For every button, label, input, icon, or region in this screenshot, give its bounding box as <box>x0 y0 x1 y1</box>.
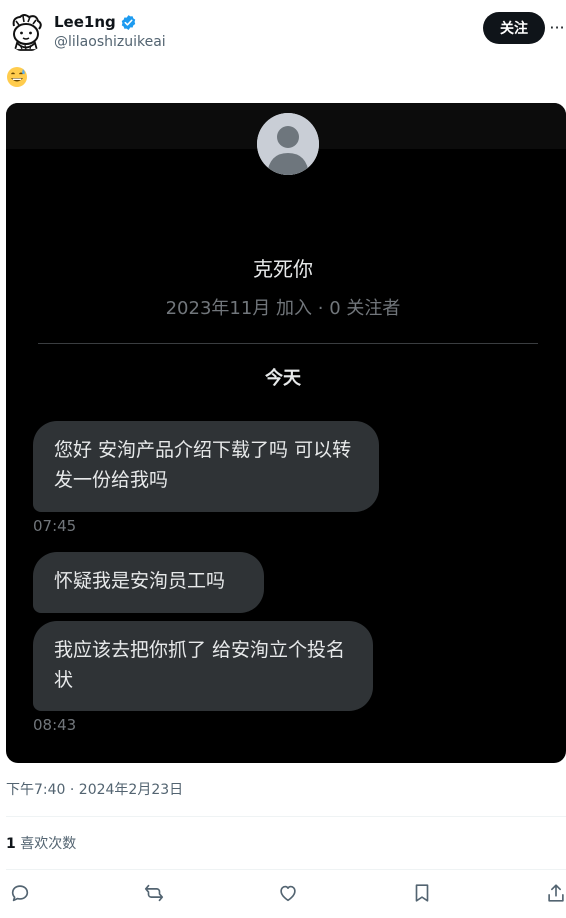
likes-count[interactable]: 1 喜欢次数 <box>6 834 76 854</box>
more-options-icon[interactable]: ··· <box>548 18 566 38</box>
grinning-sweat-emoji-icon <box>6 66 28 88</box>
author-name-row: Lee1ng <box>54 12 137 32</box>
repost-icon[interactable] <box>141 880 167 906</box>
reply-icon[interactable] <box>7 880 33 906</box>
message-bubble: 怀疑我是安洵员工吗 <box>33 552 264 613</box>
share-icon[interactable] <box>543 880 566 906</box>
follow-button[interactable]: 关注 <box>483 12 545 44</box>
attached-image[interactable]: 克死你 2023年11月 加入 · 0 关注者 今天 您好 安洵产品介绍下载了吗… <box>6 103 566 763</box>
contact-name: 克死你 <box>253 257 313 281</box>
message-time: 07:45 <box>33 517 77 535</box>
doodle-avatar-icon <box>6 12 46 52</box>
date-separator: 今天 <box>265 368 301 389</box>
default-avatar-icon <box>257 113 319 175</box>
action-bar <box>0 880 566 910</box>
author-avatar[interactable] <box>6 12 46 52</box>
author-display-name[interactable]: Lee1ng <box>54 12 116 32</box>
post-timestamp[interactable]: 下午7:40 · 2024年2月23日 <box>6 780 183 800</box>
divider <box>38 343 538 344</box>
divider <box>6 869 566 870</box>
message-time: 08:43 <box>33 716 77 734</box>
verified-badge-icon <box>120 14 137 31</box>
divider <box>6 816 566 817</box>
like-icon[interactable] <box>275 880 301 906</box>
likes-number: 1 <box>6 836 16 852</box>
author-handle[interactable]: @lilaoshizuikeai <box>54 33 166 51</box>
contact-meta: 2023年11月 加入 · 0 关注者 <box>165 298 401 319</box>
likes-label: 喜欢次数 <box>20 836 77 852</box>
message-bubble: 我应该去把你抓了 给安洵立个投名状 <box>33 621 373 711</box>
bookmark-icon[interactable] <box>409 880 435 906</box>
message-bubble: 您好 安洵产品介绍下载了吗 可以转发一份给我吗 <box>33 421 379 512</box>
